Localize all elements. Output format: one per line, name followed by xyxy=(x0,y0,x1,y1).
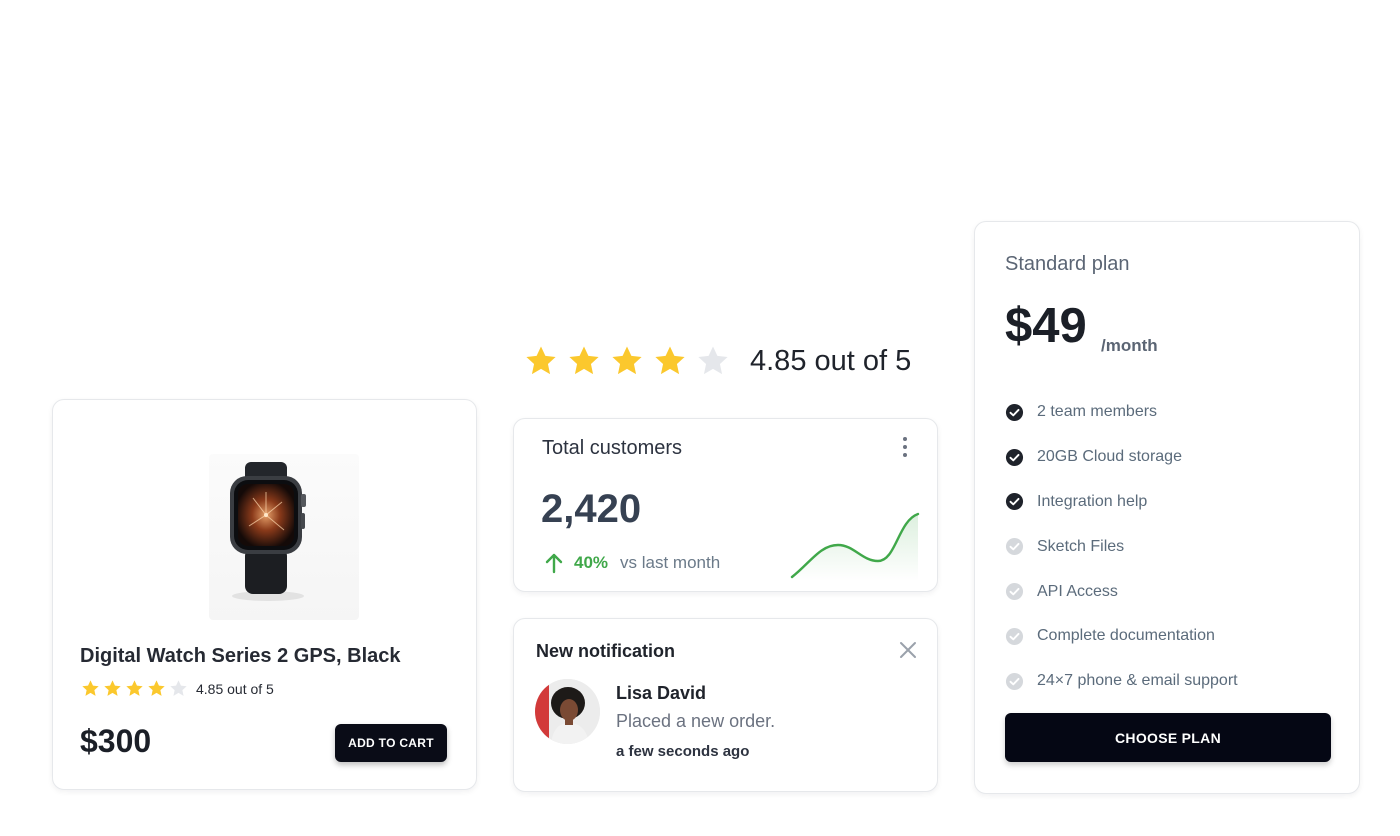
feature-item: 2 team members xyxy=(1005,390,1238,435)
feature-item: Complete documentation xyxy=(1005,614,1238,659)
pricing-card: Standard plan $49 /month 2 team members 2… xyxy=(974,221,1360,794)
star-filled-icon xyxy=(103,679,122,698)
product-card: Digital Watch Series 2 GPS, Black 4.85 o… xyxy=(52,399,477,790)
plan-name: Standard plan xyxy=(1005,253,1130,275)
feature-label: 20GB Cloud storage xyxy=(1037,448,1182,466)
feature-label: 24×7 phone & email support xyxy=(1037,672,1238,690)
star-filled-icon xyxy=(125,679,144,698)
check-circle-icon xyxy=(1005,627,1024,646)
customers-sparkline xyxy=(790,512,920,581)
star-filled-icon xyxy=(81,679,100,698)
arrow-up-icon xyxy=(543,552,565,574)
feature-item: 20GB Cloud storage xyxy=(1005,435,1238,480)
more-vertical-icon[interactable] xyxy=(899,435,911,459)
big-rating: 4.85 out of 5 xyxy=(524,344,911,378)
check-circle-icon xyxy=(1005,537,1024,556)
product-price: $300 xyxy=(80,723,152,759)
trend-percent: 40% xyxy=(574,553,609,572)
star-empty-icon xyxy=(169,679,188,698)
feature-label: API Access xyxy=(1037,582,1118,600)
plan-period: /month xyxy=(1101,336,1158,355)
plan-price: $49 xyxy=(1005,299,1087,353)
total-customers-card: Total customers 2,420 40% vs last month xyxy=(513,418,938,592)
product-stars xyxy=(81,679,188,698)
product-rating-text: 4.85 out of 5 xyxy=(196,680,274,697)
trend-label: vs last month xyxy=(620,553,721,572)
notification-card: New notification Lisa David Placed a new… xyxy=(513,618,938,792)
star-filled-icon xyxy=(524,344,558,378)
notification-time: a few seconds ago xyxy=(616,743,750,760)
feature-label: 2 team members xyxy=(1037,403,1158,421)
feature-label: Sketch Files xyxy=(1037,537,1125,555)
big-rating-stars xyxy=(524,344,730,378)
notification-user-name: Lisa David xyxy=(616,683,707,703)
check-circle-icon xyxy=(1005,448,1024,467)
star-empty-icon xyxy=(696,344,730,378)
feature-item: API Access xyxy=(1005,569,1238,614)
star-filled-icon xyxy=(567,344,601,378)
avatar xyxy=(535,679,600,744)
star-filled-icon xyxy=(653,344,687,378)
choose-plan-button[interactable]: CHOOSE PLAN xyxy=(1005,713,1331,762)
check-circle-icon xyxy=(1005,582,1024,601)
notification-title: New notification xyxy=(536,641,675,661)
customers-title: Total customers xyxy=(542,437,683,459)
notification-message: Placed a new order. xyxy=(616,711,776,731)
customers-trend: 40% vs last month xyxy=(543,552,720,574)
feature-item: Integration help xyxy=(1005,480,1238,525)
star-filled-icon xyxy=(610,344,644,378)
close-icon[interactable] xyxy=(899,641,917,659)
customers-value: 2,420 xyxy=(541,487,642,531)
feature-item: 24×7 phone & email support xyxy=(1005,659,1238,704)
smartwatch-image xyxy=(230,462,306,601)
big-rating-text: 4.85 out of 5 xyxy=(750,344,912,377)
product-rating: 4.85 out of 5 xyxy=(81,679,274,698)
check-circle-icon xyxy=(1005,492,1024,511)
product-title: Digital Watch Series 2 GPS, Black xyxy=(80,645,401,667)
check-circle-icon xyxy=(1005,672,1024,691)
check-circle-icon xyxy=(1005,403,1024,422)
feature-label: Complete documentation xyxy=(1037,627,1215,645)
feature-label: Integration help xyxy=(1037,492,1148,510)
product-image[interactable] xyxy=(73,420,458,620)
add-to-cart-button[interactable]: ADD TO CART xyxy=(335,724,447,762)
feature-item: Sketch Files xyxy=(1005,524,1238,569)
star-filled-icon xyxy=(147,679,166,698)
feature-list: 2 team members 20GB Cloud storage Integrat… xyxy=(1005,390,1238,704)
